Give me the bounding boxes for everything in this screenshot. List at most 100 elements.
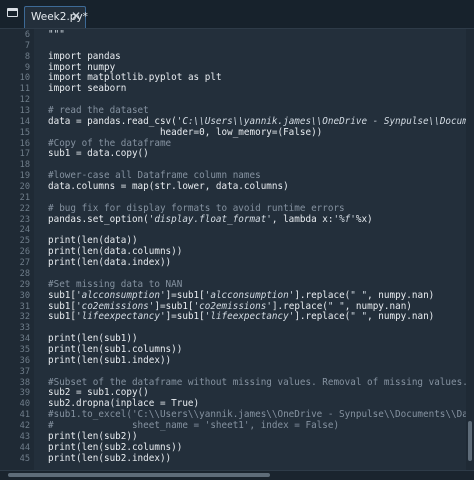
code-token: 'lifeexpectancy' (76, 311, 166, 323)
line-number: 11 (19, 84, 30, 95)
code-token: #Subset of the dataframe without missing… (48, 376, 468, 388)
code-token: " " (327, 300, 345, 312)
code-token: numpy (81, 61, 116, 73)
line-number: 8 (24, 51, 30, 62)
line-number: 36 (19, 355, 30, 366)
code-token: 'alcconsumption' (76, 289, 166, 301)
code-line[interactable]: 23 pandas.set_option('display.float_forma… (0, 213, 474, 226)
line-number: 35 (19, 344, 30, 355)
line-number: 9 (24, 62, 30, 73)
code-token: print(len(sub1.index)) (48, 354, 172, 366)
code-token: ]=sub1[ (154, 300, 194, 312)
code-token: import (48, 50, 82, 62)
line-number: 32 (19, 312, 30, 323)
code-editor[interactable]: 6 """ 7 8 import pandas 9 import numpy 10 import… (0, 29, 474, 470)
line-number: 33 (19, 323, 30, 334)
code-token: sub2.dropna(inplace = True) (48, 398, 200, 410)
code-token: data.columns = map(str.lower, data.colum… (48, 181, 289, 193)
code-token: print(len(data)) (48, 235, 138, 247)
code-token: as (187, 72, 200, 84)
code-token: import (48, 61, 82, 73)
line-number: 37 (19, 366, 30, 377)
code-line[interactable]: 20 data.columns = map(str.lower, data.col… (0, 181, 474, 193)
code-token: ].replace( (271, 300, 328, 312)
line-number: 15 (19, 127, 30, 138)
line-number: 30 (19, 290, 30, 301)
code-text: print(len(sub1.index)) (48, 354, 172, 367)
code-token: header=0, low_memory=(False)) (48, 126, 323, 138)
line-number: 25 (19, 236, 30, 247)
line-number: 12 (19, 95, 30, 106)
line-number: 20 (19, 182, 30, 193)
line-number: 41 (19, 410, 30, 421)
code-token: " " (350, 289, 368, 301)
code-token: 'co2emissions' (76, 300, 155, 312)
vertical-scrollbar[interactable] (466, 29, 474, 470)
code-token: , numpy.nan) (367, 289, 435, 301)
line-number: 16 (19, 138, 30, 149)
code-token: sub2 = sub1.copy() (48, 387, 149, 399)
code-token: pandas.set_option( (48, 213, 149, 225)
line-number: 23 (19, 214, 30, 225)
code-token: ].replace( (294, 289, 351, 301)
line-number: 6 (24, 30, 30, 40)
code-token: , numpy.nan) (367, 311, 435, 323)
code-line[interactable]: 27 print(len(data.index)) (0, 257, 474, 269)
code-token: 'alcconsumption' (204, 289, 295, 301)
code-line[interactable]: 11 import seaborn (0, 83, 474, 95)
line-number: 7 (24, 40, 30, 51)
code-token: """ (48, 29, 65, 40)
code-token: ]=sub1[ (165, 311, 205, 323)
line-number: 14 (19, 116, 30, 127)
code-token: sub1[ (48, 311, 76, 323)
code-line[interactable]: 32 sub1['lifeexpectancy']=sub1['lifeexpec… (0, 311, 474, 323)
code-token: matplotlib.pyplot (81, 72, 188, 84)
code-token: import (48, 83, 82, 95)
line-number: 27 (19, 258, 30, 269)
code-text: """ (48, 29, 65, 41)
code-token: 'co2emissions' (193, 300, 272, 312)
code-text: print(len(sub2.index)) (48, 453, 171, 465)
code-token: %x) (355, 213, 373, 225)
code-token: 'display.float_format' (148, 213, 272, 225)
code-line[interactable]: 17 sub1 = data.copy() (0, 149, 474, 160)
line-number: 10 (19, 73, 30, 84)
code-token: data = pandas.read_csv( (48, 115, 177, 127)
line-number: 29 (19, 279, 30, 290)
line-number: 40 (19, 399, 30, 410)
code-text: pandas.set_option('display.float_format'… (48, 213, 373, 226)
code-token: '%f' (333, 213, 356, 225)
code-token: #Set missing data to NAN (48, 278, 183, 290)
code-token: # read the dataset (48, 105, 149, 117)
code-line[interactable]: 6 """ (0, 29, 474, 41)
line-number: 42 (19, 420, 30, 431)
code-line[interactable]: 36 print(len(sub1.index)) (0, 354, 474, 367)
line-number: 17 (19, 149, 30, 160)
code-token: sub1[ (48, 300, 76, 312)
code-token: import (48, 72, 82, 84)
line-number: 45 (19, 453, 30, 464)
code-token: ].replace( (294, 311, 351, 323)
line-number: 31 (19, 301, 30, 312)
code-line[interactable]: 45 print(len(sub2.index)) (0, 453, 474, 465)
code-token: print(len(sub2.columns)) (48, 441, 183, 453)
code-token: #Copy of the dataframe (48, 137, 172, 149)
window-icon[interactable] (7, 8, 18, 17)
close-icon[interactable]: ✕ (71, 9, 81, 23)
line-number: 26 (19, 247, 30, 258)
code-token: print(len(data.columns)) (48, 246, 183, 258)
tab-week2[interactable]: Week2.py* ✕ (24, 6, 88, 28)
tab-bar: Week2.py* ✕ (0, 0, 474, 29)
code-token: # sheet_name = 'sheet1', index = False) (48, 419, 340, 431)
line-number: 19 (19, 171, 30, 182)
code-token: sub1[ (48, 289, 76, 301)
code-text: print(len(data.index)) (48, 257, 171, 269)
line-number: 18 (19, 160, 30, 171)
line-number: 44 (19, 442, 30, 453)
code-text: sub1 = data.copy() (48, 149, 149, 160)
horizontal-scrollbar-thumb[interactable] (8, 473, 270, 477)
code-token: pandas (81, 50, 121, 62)
vertical-scrollbar-thumb[interactable] (468, 421, 472, 461)
line-number: 21 (19, 192, 30, 203)
line-number: 28 (19, 268, 30, 279)
